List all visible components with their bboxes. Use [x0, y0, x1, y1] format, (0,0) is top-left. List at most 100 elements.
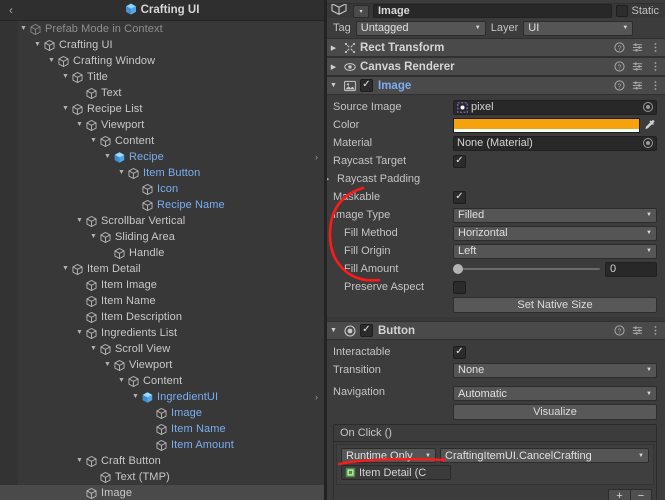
- fill-amount-numberfield[interactable]: 0: [605, 261, 657, 277]
- hierarchy-tree[interactable]: ▼ Prefab Mode in Context ▼ Crafting UI ▼ C…: [0, 21, 324, 500]
- static-checkbox[interactable]: [616, 5, 629, 17]
- hierarchy-row-image[interactable]: ▼ Image: [0, 485, 324, 500]
- hierarchy-row-icon[interactable]: ▼ Icon: [0, 181, 324, 197]
- component-header-button[interactable]: ▼ Button ?: [325, 321, 665, 340]
- hierarchy-row-ingredientui[interactable]: ▼ IngredientUI ›: [0, 389, 324, 405]
- hierarchy-row-item-button[interactable]: ▼ Item Button: [0, 165, 324, 181]
- hierarchy-row-content[interactable]: ▼ Content: [0, 133, 324, 149]
- foldout-icon[interactable]: ▼: [116, 165, 127, 181]
- hierarchy-row-handle[interactable]: ▼ Handle: [0, 245, 324, 261]
- hierarchy-row-item-amount[interactable]: ▼ Item Amount: [0, 437, 324, 453]
- foldout-icon[interactable]: ▼: [46, 53, 57, 69]
- source-image-objectfield[interactable]: pixel: [453, 99, 657, 115]
- preset-icon[interactable]: [632, 80, 643, 91]
- foldout-icon[interactable]: ▼: [74, 117, 85, 133]
- object-picker-icon[interactable]: [643, 102, 653, 112]
- hierarchy-row-viewport[interactable]: ▼ Viewport: [0, 117, 324, 133]
- foldout-icon[interactable]: ▼: [130, 389, 141, 405]
- hierarchy-row-crafting-ui[interactable]: ▼ Crafting UI: [0, 37, 324, 53]
- kebab-menu-icon[interactable]: [650, 80, 661, 91]
- component-header-rect-transform[interactable]: ▶ Rect Transform ?: [325, 38, 665, 57]
- gameobject-name-field[interactable]: Image: [373, 4, 613, 18]
- hierarchy-row-sliding-area[interactable]: ▼ Sliding Area: [0, 229, 324, 245]
- hierarchy-row-item-description[interactable]: ▼ Item Description: [0, 309, 324, 325]
- hierarchy-row-recipe-name[interactable]: ▼ Recipe Name: [0, 197, 324, 213]
- image-type-dropdown[interactable]: Filled ▼: [453, 207, 657, 223]
- remove-event-button[interactable]: −: [630, 489, 652, 500]
- interactable-checkbox[interactable]: [453, 345, 466, 359]
- hierarchy-row-item-name[interactable]: ▼ Item Name: [0, 293, 324, 309]
- callback-target-objectfield[interactable]: Item Detail (C: [341, 465, 451, 480]
- visualize-button[interactable]: Visualize: [453, 404, 657, 420]
- static-toggle-group[interactable]: Static: [616, 5, 659, 17]
- foldout-icon[interactable]: ▶: [328, 63, 339, 71]
- color-swatch[interactable]: [453, 117, 640, 133]
- foldout-icon[interactable]: ▼: [88, 341, 99, 357]
- hierarchy-row-item-detail[interactable]: ▼ Item Detail: [0, 261, 324, 277]
- kebab-menu-icon[interactable]: [650, 325, 661, 336]
- add-event-button[interactable]: +: [608, 489, 630, 500]
- transition-dropdown[interactable]: None ▼: [453, 362, 657, 378]
- layer-dropdown[interactable]: UI ▼: [523, 20, 634, 36]
- foldout-icon[interactable]: ▼: [102, 149, 113, 165]
- hierarchy-row-prefab-mode-in-context[interactable]: ▼ Prefab Mode in Context: [0, 21, 324, 37]
- component-header-image[interactable]: ▼ Image ?: [325, 76, 665, 95]
- hierarchy-row-craft-button[interactable]: ▼ Craft Button: [0, 453, 324, 469]
- runtime-mode-dropdown[interactable]: Runtime Only ▼: [341, 448, 436, 463]
- set-native-size-button[interactable]: Set Native Size: [453, 297, 657, 313]
- foldout-icon[interactable]: ▼: [328, 327, 339, 334]
- hierarchy-row-text[interactable]: ▼ Text: [0, 85, 324, 101]
- slider-handle[interactable]: [453, 264, 463, 274]
- panel-divider[interactable]: [325, 0, 327, 500]
- fill-method-dropdown[interactable]: Horizontal ▼: [453, 225, 657, 241]
- preset-icon[interactable]: [632, 325, 643, 336]
- back-chevron-icon[interactable]: ‹: [0, 4, 22, 16]
- tag-dropdown[interactable]: Untagged ▼: [355, 20, 486, 36]
- prop-raycast-padding[interactable]: ▶ Raycast Padding: [325, 170, 665, 188]
- preset-icon[interactable]: [632, 61, 643, 72]
- foldout-icon[interactable]: ▼: [102, 357, 113, 373]
- object-picker-icon[interactable]: [643, 138, 653, 148]
- fill-amount-slider[interactable]: [453, 262, 600, 277]
- help-icon[interactable]: ?: [614, 42, 625, 53]
- hierarchy-row-title[interactable]: ▼ Title: [0, 69, 324, 85]
- preserve-aspect-checkbox[interactable]: [453, 280, 466, 294]
- hierarchy-row-item-name[interactable]: ▼ Item Name: [0, 421, 324, 437]
- hierarchy-row-viewport[interactable]: ▼ Viewport: [0, 357, 324, 373]
- open-prefab-arrow-icon[interactable]: ›: [315, 152, 318, 162]
- hierarchy-row-item-image[interactable]: ▼ Item Image: [0, 277, 324, 293]
- hierarchy-row-recipe[interactable]: ▼ Recipe ›: [0, 149, 324, 165]
- foldout-icon[interactable]: ▼: [60, 101, 71, 117]
- hierarchy-row-content[interactable]: ▼ Content: [0, 373, 324, 389]
- foldout-icon[interactable]: ▼: [74, 213, 85, 229]
- foldout-icon[interactable]: ▼: [116, 373, 127, 389]
- preset-icon[interactable]: [632, 42, 643, 53]
- fill-origin-dropdown[interactable]: Left ▼: [453, 243, 657, 259]
- hierarchy-row-ingredients-list[interactable]: ▼ Ingredients List: [0, 325, 324, 341]
- open-prefab-arrow-icon[interactable]: ›: [315, 392, 318, 402]
- component-header-canvas-renderer[interactable]: ▶ Canvas Renderer ?: [325, 57, 665, 76]
- foldout-icon[interactable]: ▼: [32, 37, 43, 53]
- foldout-icon[interactable]: ▼: [74, 453, 85, 469]
- foldout-icon[interactable]: ▼: [74, 325, 85, 341]
- foldout-icon[interactable]: ▼: [88, 229, 99, 245]
- material-objectfield[interactable]: None (Material): [453, 135, 657, 151]
- maskable-checkbox[interactable]: [453, 190, 466, 204]
- navigation-dropdown[interactable]: Automatic ▼: [453, 386, 657, 401]
- image-component-enabled-checkbox[interactable]: [360, 79, 373, 92]
- foldout-icon[interactable]: ▶: [328, 44, 339, 52]
- help-icon[interactable]: ?: [614, 80, 625, 91]
- raycast-target-checkbox[interactable]: [453, 154, 466, 168]
- foldout-icon[interactable]: ▼: [18, 21, 29, 37]
- help-icon[interactable]: ?: [614, 325, 625, 336]
- hierarchy-row-scroll-view[interactable]: ▼ Scroll View: [0, 341, 324, 357]
- hierarchy-row-scrollbar-vertical[interactable]: ▼ Scrollbar Vertical: [0, 213, 324, 229]
- foldout-icon[interactable]: ▼: [328, 82, 339, 89]
- hierarchy-row-crafting-window[interactable]: ▼ Crafting Window: [0, 53, 324, 69]
- foldout-icon[interactable]: ▼: [60, 69, 71, 85]
- hierarchy-row-recipe-list[interactable]: ▼ Recipe List: [0, 101, 324, 117]
- foldout-icon[interactable]: ▼: [88, 133, 99, 149]
- kebab-menu-icon[interactable]: [650, 61, 661, 72]
- eyedropper-icon[interactable]: [643, 119, 657, 131]
- help-icon[interactable]: ?: [614, 61, 625, 72]
